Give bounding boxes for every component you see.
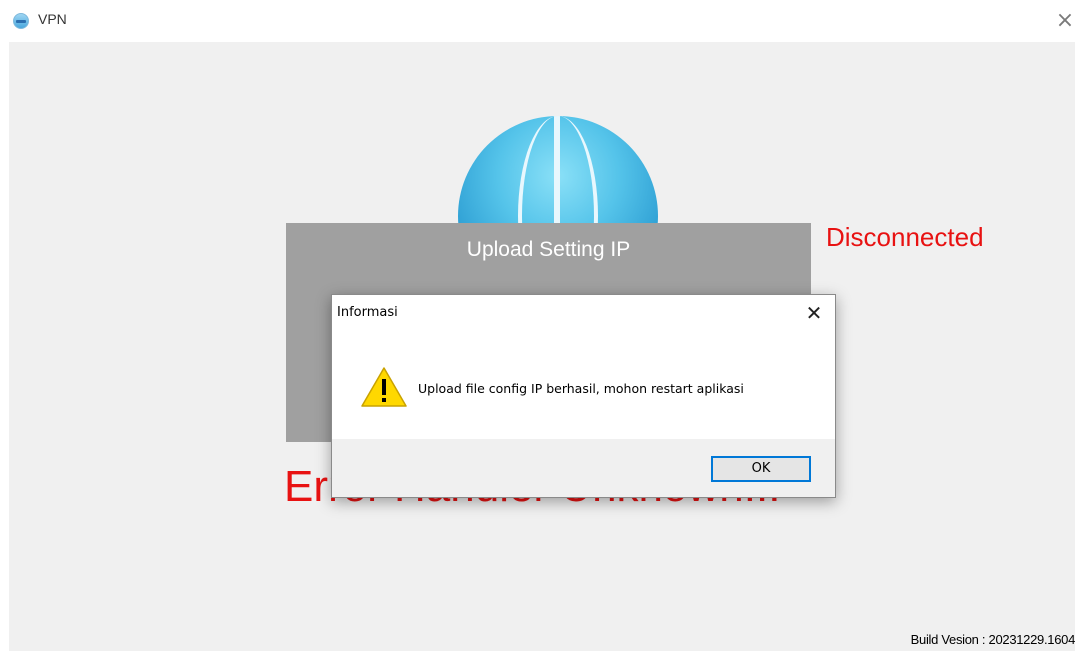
build-version: Build Vesion : 20231229.1604 [910, 632, 1076, 647]
dialog-title: Informasi [337, 305, 398, 320]
dialog-message: Upload file config IP berhasil, mohon re… [418, 381, 744, 396]
warning-icon [361, 367, 407, 407]
info-dialog: Informasi ✕ Upload file config IP berhas… [331, 294, 836, 498]
upload-setting-ip-label: Upload Setting IP [466, 238, 631, 261]
window-close-button[interactable]: × [1054, 10, 1076, 32]
vpn-globe-icon [13, 13, 29, 29]
dialog-close-button[interactable]: ✕ [802, 301, 826, 325]
connection-status: Disconnected [826, 222, 984, 252]
window-title: VPN [38, 11, 67, 27]
ok-button[interactable]: OK [711, 456, 811, 482]
window-titlebar: VPN × [0, 0, 1084, 42]
